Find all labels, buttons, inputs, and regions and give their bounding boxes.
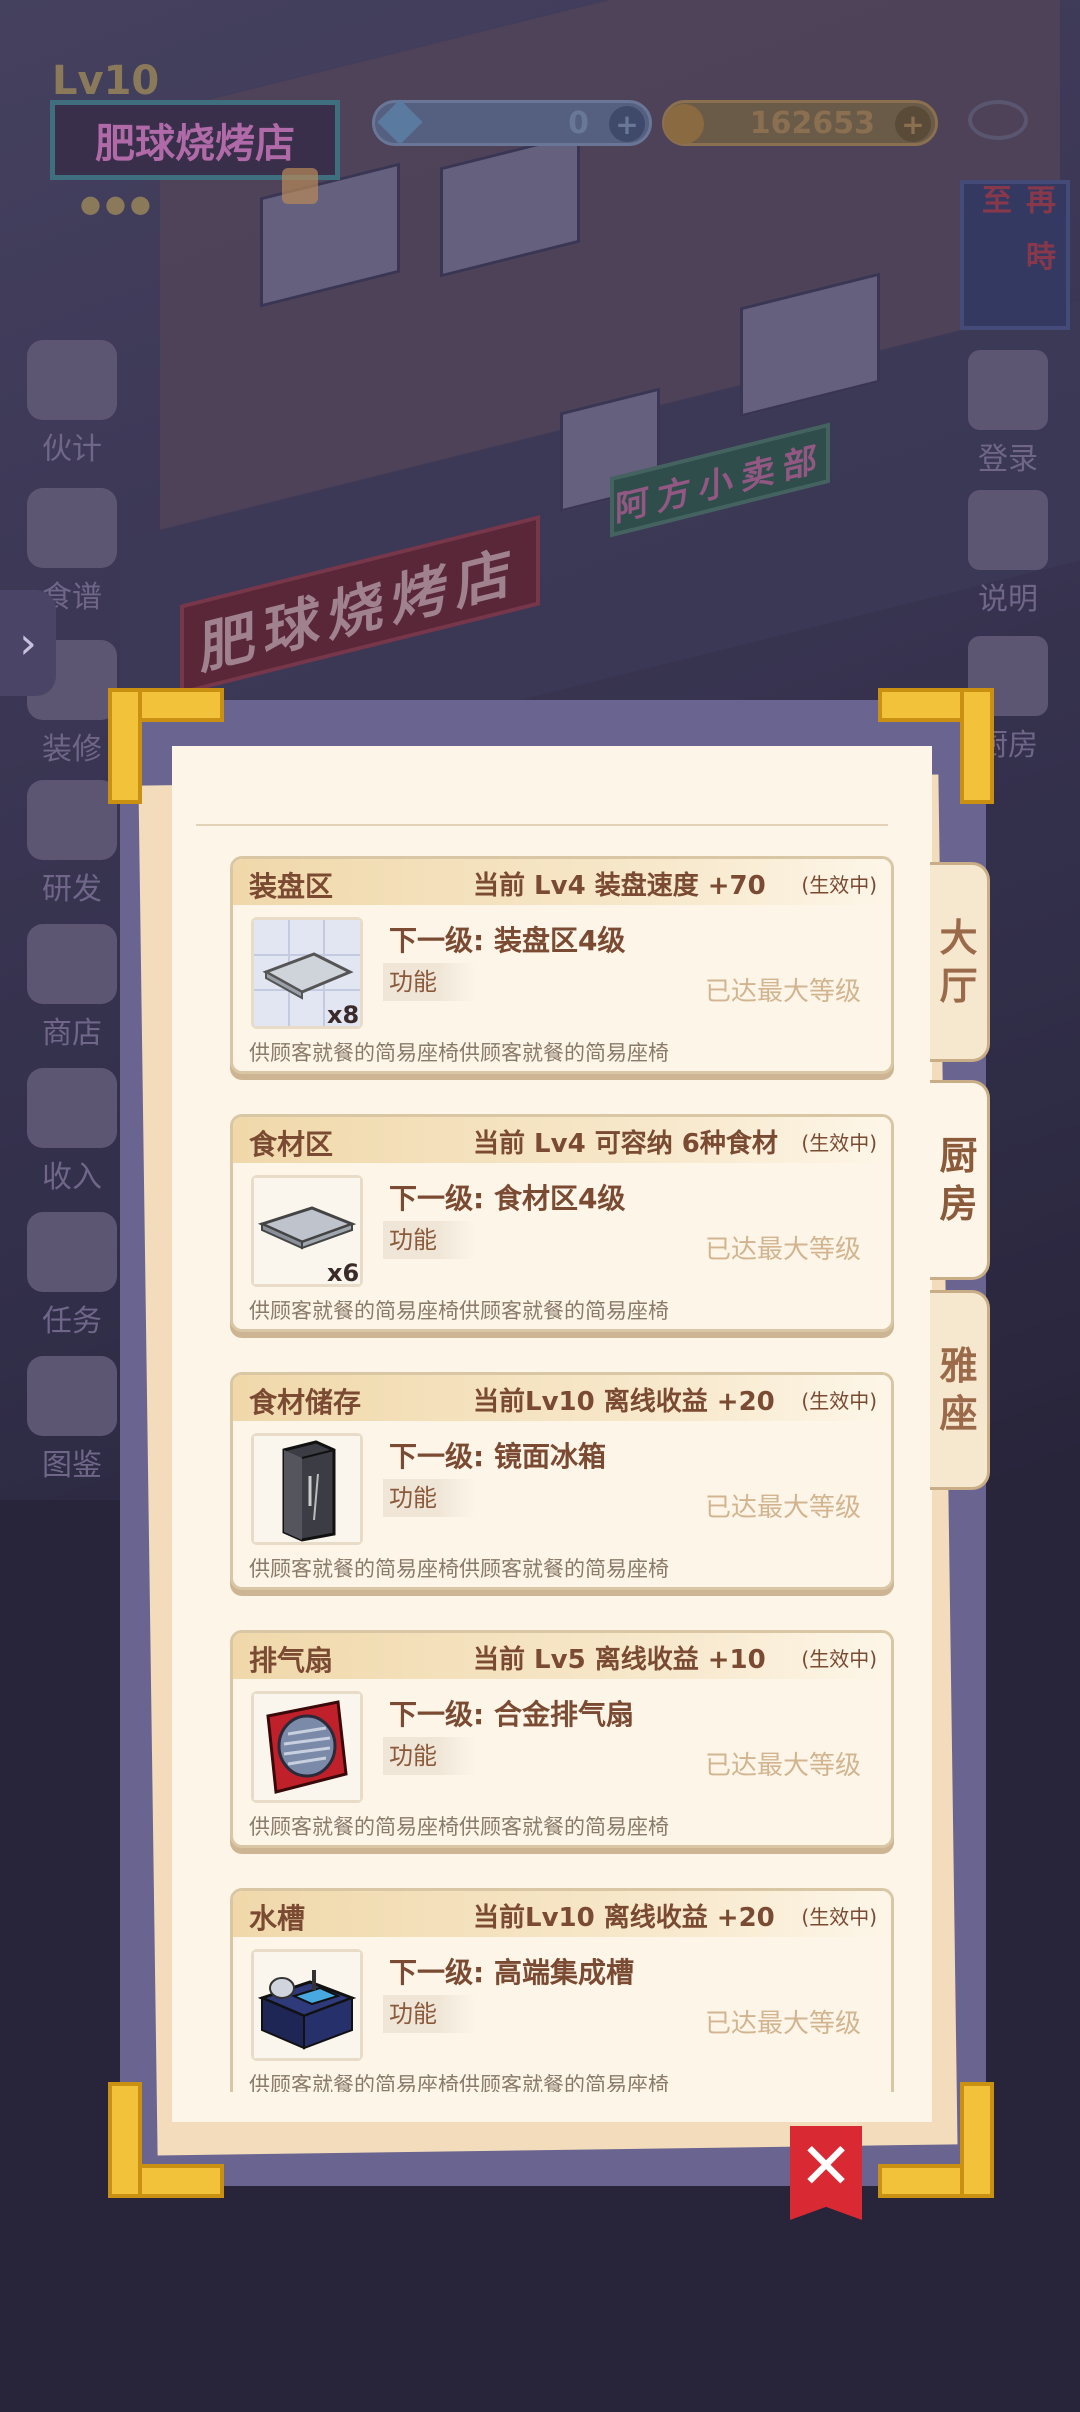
function-label: 功能 (383, 1479, 475, 1517)
menu-income[interactable]: 收入 (12, 1068, 132, 1196)
corner-decoration (108, 688, 224, 804)
max-level-label: 已达最大等级 (704, 2009, 861, 2039)
next-level: 下一级: 镜面冰箱 (389, 1440, 606, 1473)
max-level-label: 已达最大等级 (704, 1751, 861, 1781)
coin-count: 162653 (749, 105, 875, 141)
facility-card: 食材储存 当前Lv10 离线收益 +20 (生效中) 下一级: 镜面冰箱 功能 … (230, 1372, 894, 1590)
status-badge: (生效中) (801, 1647, 877, 1671)
function-label: 功能 (383, 1221, 475, 1259)
sink-icon (251, 1949, 363, 2061)
facility-description: 供顾客就餐的简易座椅供顾客就餐的简易座椅 (249, 1299, 669, 1323)
skewer-icon (27, 488, 117, 568)
tab-kitchen[interactable]: 厨房 (930, 1080, 990, 1280)
max-level-label: 已达最大等级 (704, 1235, 861, 1265)
function-label: 功能 (383, 963, 475, 1001)
menu-shop[interactable]: 商店 (12, 924, 132, 1052)
player-level: Lv10 (52, 58, 160, 104)
max-level-label: 已达最大等级 (704, 1493, 861, 1523)
current-level: 当前 Lv4 装盘速度 +70 (473, 871, 766, 901)
facility-card: 食材区 当前 Lv4 可容纳 6种食材 (生效中) x6 下一级: 食材区4级 … (230, 1114, 894, 1332)
help-book-icon (968, 490, 1048, 570)
coin-icon (664, 104, 704, 144)
paper-divider (196, 824, 888, 826)
next-level: 下一级: 食材区4级 (389, 1182, 626, 1215)
current-level: 当前 Lv4 可容纳 6种食材 (473, 1129, 778, 1159)
facility-card: 水槽 当前Lv10 离线收益 +20 (生效中) 下一级: 高端集成槽 功能 已… (230, 1888, 894, 2092)
close-button[interactable]: ✕ (790, 2126, 862, 2220)
menu-staff[interactable]: 伙计 (12, 340, 132, 468)
facility-name: 排气扇 (249, 1644, 334, 1677)
facility-name: 装盘区 (249, 870, 334, 903)
expand-drawer-button[interactable]: › (0, 590, 56, 696)
facility-name: 水槽 (249, 1902, 306, 1935)
next-level: 下一级: 装盘区4级 (389, 924, 626, 957)
calendar-icon (968, 350, 1048, 430)
facility-description: 供顾客就餐的简易座椅供顾客就餐的简易座椅 (249, 1041, 669, 1065)
facility-description: 供顾客就餐的简易座椅供顾客就餐的简易座椅 (249, 2073, 669, 2092)
gem-count: 0 (568, 105, 589, 141)
current-level: 当前 Lv5 离线收益 +10 (473, 1645, 766, 1675)
max-level-label: 已达最大等级 (704, 977, 861, 1007)
tab-hall[interactable]: 大厅 (930, 862, 990, 1062)
add-gems-button[interactable]: + (609, 106, 645, 142)
exhaust-fan-icon (251, 1691, 363, 1803)
clipboard-icon (27, 1212, 117, 1292)
store-icon (27, 924, 117, 1004)
status-badge: (生效中) (801, 1131, 877, 1155)
status-badge: (生效中) (801, 873, 877, 897)
facility-name: 食材区 (249, 1128, 334, 1161)
function-label: 功能 (383, 1737, 475, 1775)
facility-name: 食材储存 (249, 1386, 362, 1419)
facility-card: 排气扇 当前 Lv5 离线收益 +10 (生效中) 下一级: 合金排气扇 功能 … (230, 1630, 894, 1848)
menu-collection[interactable]: 图鉴 (12, 1356, 132, 1484)
add-coins-button[interactable]: + (895, 106, 931, 142)
next-level: 下一级: 高端集成槽 (389, 1956, 634, 1989)
quantity-label: x6 (327, 1259, 360, 1287)
eye-icon[interactable] (968, 100, 1028, 140)
like-icon (282, 168, 318, 204)
quantity-label: x8 (327, 1001, 360, 1029)
current-level: 当前Lv10 离线收益 +20 (473, 1903, 775, 1933)
corner-decoration (108, 2082, 224, 2198)
corner-decoration (878, 2082, 994, 2198)
facility-description: 供顾客就餐的简易座椅供顾客就餐的简易座椅 (249, 1815, 669, 1839)
facility-card: 装盘区 当前 Lv4 装盘速度 +70 (生效中) x8 下一级: 装盘区4级 … (230, 856, 894, 1074)
chart-icon (27, 1068, 117, 1148)
current-level: 当前Lv10 离线收益 +20 (473, 1387, 775, 1417)
fridge-icon (251, 1433, 363, 1545)
research-icon (27, 780, 117, 860)
facility-list[interactable]: 装盘区 当前 Lv4 装盘速度 +70 (生效中) x8 下一级: 装盘区4级 … (230, 856, 894, 2092)
facility-description: 供顾客就餐的简易座椅供顾客就餐的简易座椅 (249, 1557, 669, 1581)
tab-private-room[interactable]: 雅座 (930, 1290, 990, 1490)
corner-decoration (878, 688, 994, 804)
chef-hat-icon (27, 340, 117, 420)
menu-help[interactable]: 说明 (948, 490, 1068, 618)
shop-stars: ●●● (80, 190, 155, 218)
book-icon (27, 1356, 117, 1436)
status-badge: (生效中) (801, 1389, 877, 1413)
function-label: 功能 (383, 1995, 475, 2033)
next-level: 下一级: 合金排气扇 (389, 1698, 634, 1731)
status-badge: (生效中) (801, 1905, 877, 1929)
menu-login[interactable]: 登录 (948, 350, 1068, 478)
menu-tasks[interactable]: 任务 (12, 1212, 132, 1340)
